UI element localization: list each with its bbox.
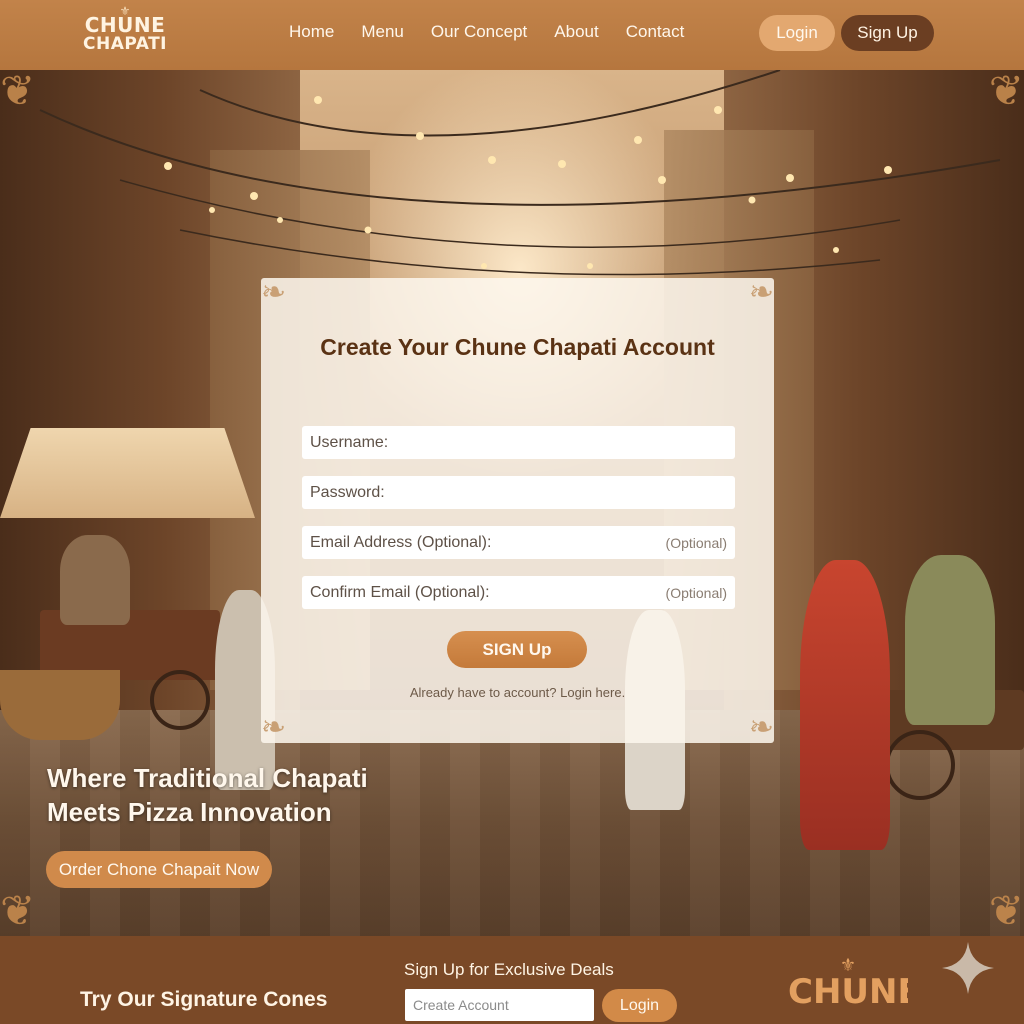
nav-link-home[interactable]: Home [289,22,334,42]
cart-wheel [150,670,210,730]
order-now-button[interactable]: Order Chone Chapait Now [46,851,272,888]
logo-word-chapati: CHAPATI [82,34,168,54]
hero-heading-line1: Where Traditional Chapati [47,763,368,793]
login-here-link[interactable]: Already have to account? Login here. [261,685,774,700]
panel-ornament-icon: ❧ [261,711,287,744]
main-nav: Home Menu Our Concept About Contact [289,22,711,42]
vendor-figure [60,535,130,625]
market-stall-awning [0,428,255,518]
nav-link-our-concept[interactable]: Our Concept [431,22,527,42]
brand-logo[interactable]: ⚜ CHUNE CHAPATI [80,5,170,64]
header-signup-button[interactable]: Sign Up [841,15,934,51]
confirm-email-placeholder: Confirm Email (Optional): [310,583,490,601]
footer-tagline: Try Our Signature Cones [80,988,328,1011]
footer-logo: ⚜ CHUNE [788,955,908,1024]
sparkle-icon [942,942,994,994]
deals-heading: Sign Up for Exclusive Deals [404,960,614,979]
panel-ornament-icon: ❧ [748,276,774,309]
woman-red-figure [800,560,890,850]
woman-green-figure [905,555,995,725]
site-header: ⚜ CHUNE CHAPATI Home Menu Our Concept Ab… [0,0,1024,70]
password-placeholder: Password: [310,483,385,501]
header-login-button[interactable]: Login [759,15,835,51]
confirm-email-optional-hint: (Optional) [665,584,727,601]
signup-submit-button[interactable]: SIGN Up [447,631,587,668]
hero-heading-line2: Meets Pizza Innovation [47,797,332,827]
username-field[interactable]: Username: [302,426,735,459]
signup-title: Create Your Chune Chapati Account [320,334,715,360]
ornament-icon: ❦ [0,887,36,934]
confirm-email-field[interactable]: Confirm Email (Optional): (Optional) [302,576,735,609]
nav-link-contact[interactable]: Contact [626,22,685,42]
footer-login-button[interactable]: Login [602,989,677,1022]
nav-link-menu[interactable]: Menu [361,22,404,42]
ornament-icon: ❦ [0,70,36,114]
ornament-icon: ❦ [988,887,1024,934]
footer-logo-word: CHUNE [788,972,908,1012]
cart-wheel [885,730,955,800]
produce-basket [0,670,120,740]
username-placeholder: Username: [310,433,389,451]
panel-ornament-icon: ❧ [261,276,287,309]
nav-link-about[interactable]: About [554,22,598,42]
email-field[interactable]: Email Address (Optional): (Optional) [302,526,735,559]
create-account-input[interactable]: Create Account [405,989,594,1021]
ornament-icon: ❦ [988,70,1024,114]
password-field[interactable]: Password: [302,476,735,509]
hero-heading: Where Traditional Chapati Meets Pizza In… [47,761,407,829]
panel-ornament-icon: ❧ [748,711,774,744]
email-placeholder: Email Address (Optional): [310,533,492,551]
logo-word-chune: CHUNE [84,13,166,37]
email-optional-hint: (Optional) [665,534,727,551]
